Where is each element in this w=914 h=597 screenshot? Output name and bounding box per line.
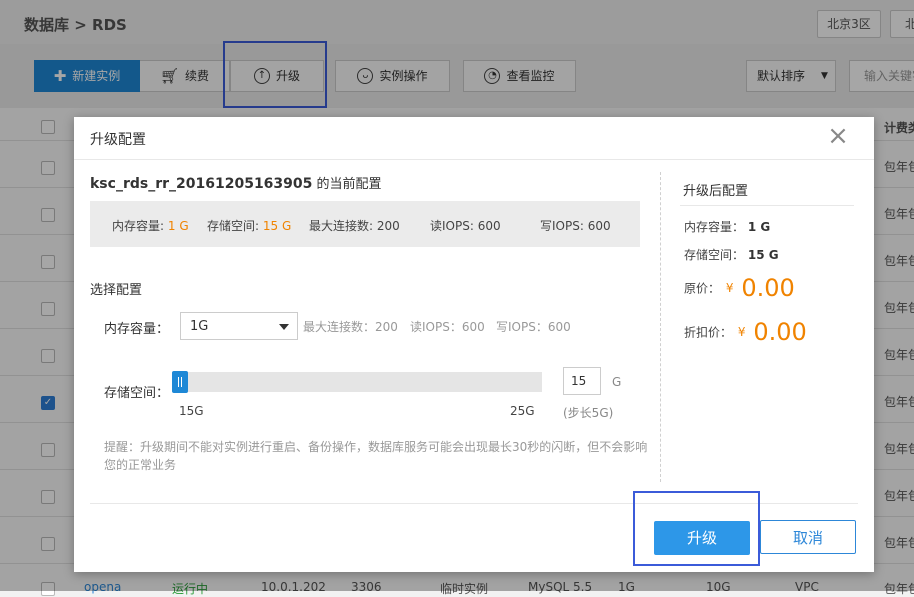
vertical-divider [660, 172, 661, 482]
select-config-title: 选择配置 [90, 283, 143, 298]
dialog-footer-divider [90, 503, 858, 504]
memory-select-value: 1G [190, 319, 209, 334]
discount-price: 折扣价： ¥ 0.00 [684, 318, 807, 346]
cancel-button[interactable]: 取消 [760, 520, 856, 554]
after-storage-value: 15 G [747, 248, 779, 262]
instance-name: ksc_rds_rr_20161205163905 [90, 176, 313, 192]
memory-select[interactable]: 1G [180, 312, 298, 340]
discount-price-currency: ¥ [737, 325, 746, 339]
current-memory-label: 内存容量: [112, 219, 165, 233]
current-storage-label: 存储空间: [207, 219, 260, 233]
dialog-title: 升级配置 [90, 132, 146, 148]
dialog-header-divider [74, 159, 874, 160]
after-memory: 内存容量： 1 G [684, 218, 770, 235]
upgrade-warning: 提醒：升级期间不能对实例进行重启、备份操作，数据库服务可能会出现最长30秒的闪断… [104, 440, 648, 472]
hint-read-iops: 读IOPS：600 [410, 320, 485, 334]
storage-unit: G [612, 375, 622, 389]
current-storage-value: 15 G [262, 219, 292, 233]
after-storage: 存储空间： 15 G [684, 246, 779, 263]
current-memory: 内存容量: 1 G [112, 217, 189, 234]
storage-field-label: 存储空间： [104, 386, 170, 401]
after-memory-value: 1 G [747, 220, 771, 234]
after-config-divider [680, 205, 854, 206]
discount-price-value: 0.00 [753, 318, 807, 346]
close-icon[interactable]: × [826, 123, 850, 149]
hint-maxconn: 最大连接数：200 [303, 320, 398, 334]
current-config-suffix: 的当前配置 [316, 177, 382, 192]
slider-min-label: 15G [179, 404, 204, 418]
storage-slider-handle[interactable] [172, 371, 188, 393]
current-maxconn: 最大连接数: 200 [309, 219, 400, 233]
caret-down-icon [279, 324, 289, 330]
memory-field-label: 内存容量： [104, 322, 170, 337]
original-price: 原价： ¥ 0.00 [684, 274, 795, 302]
confirm-upgrade-button[interactable]: 升级 [654, 521, 750, 555]
current-memory-value: 1 G [167, 219, 189, 233]
current-write-iops: 写IOPS: 600 [540, 219, 611, 233]
discount-price-label: 折扣价： [684, 325, 733, 340]
hint-write-iops: 写IOPS：600 [496, 320, 571, 334]
step-note: (步长5G) [563, 406, 614, 420]
storage-slider-track[interactable] [172, 372, 542, 392]
storage-input[interactable]: 15 [563, 367, 601, 395]
current-config-title: ksc_rds_rr_20161205163905 的当前配置 [90, 173, 382, 192]
original-price-label: 原价： [684, 281, 721, 296]
upgrade-config-dialog: 升级配置 × ksc_rds_rr_20161205163905 的当前配置 内… [74, 117, 874, 572]
current-config-box: 内存容量: 1 G 存储空间: 15 G 最大连接数: 200 读IOPS: 6… [90, 201, 640, 247]
after-config-title: 升级后配置 [683, 184, 749, 199]
original-price-value: 0.00 [741, 274, 795, 302]
current-storage: 存储空间: 15 G [207, 217, 291, 234]
original-price-currency: ¥ [725, 281, 734, 295]
current-read-iops: 读IOPS: 600 [430, 219, 501, 233]
after-memory-label: 内存容量： [684, 220, 745, 234]
after-storage-label: 存储空间： [684, 248, 745, 262]
slider-max-label: 25G [510, 404, 535, 418]
